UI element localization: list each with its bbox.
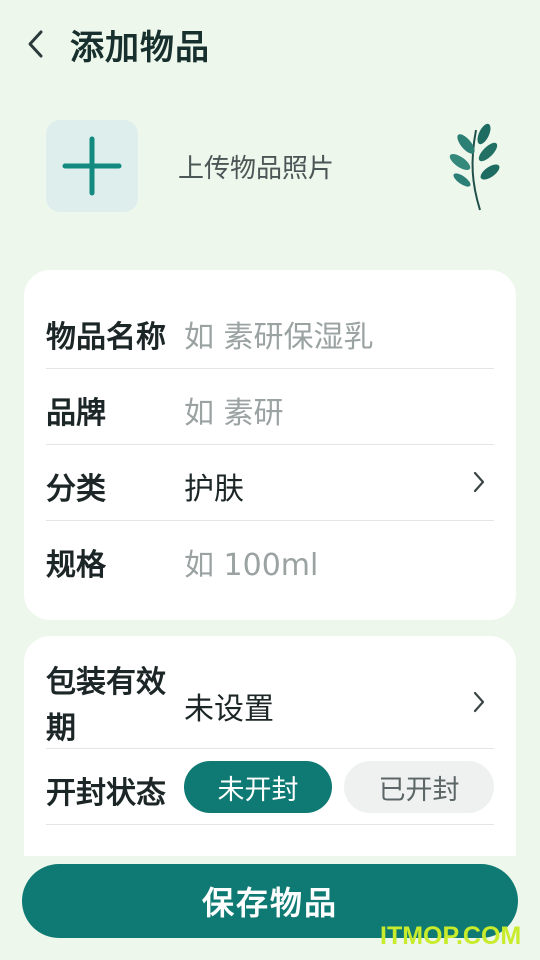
name-field[interactable]: 物品名称 如 素研保湿乳 — [46, 290, 494, 369]
spec-label: 规格 — [46, 548, 106, 583]
upload-photo-button[interactable] — [46, 120, 138, 212]
expiry-field[interactable]: 包装有效期 未设置 — [46, 656, 494, 749]
back-button[interactable] — [18, 26, 54, 62]
opened-option[interactable]: 已开封 — [344, 761, 494, 813]
status-card: 包装有效期 未设置 开封状态 未开封 已开封 — [24, 636, 516, 856]
expiry-value[interactable]: 未设置 — [184, 684, 274, 728]
page-title: 添加物品 — [70, 28, 210, 68]
brand-label: 品牌 — [46, 396, 106, 431]
name-label: 物品名称 — [46, 320, 166, 355]
upload-section: 上传物品照片 — [0, 110, 540, 220]
expiry-label: 包装有效期 — [46, 665, 166, 746]
opened-status-field: 开封状态 未开封 已开封 — [46, 748, 494, 825]
basic-info-card: 物品名称 如 素研保湿乳 品牌 如 素研 分类 护肤 规格 如 100ml — [24, 270, 516, 620]
category-label: 分类 — [46, 472, 106, 507]
header: 添加物品 — [0, 0, 540, 90]
spec-input[interactable]: 如 100ml — [184, 540, 318, 584]
category-field[interactable]: 分类 护肤 — [46, 444, 494, 521]
name-input[interactable]: 如 素研保湿乳 — [184, 312, 374, 356]
category-value[interactable]: 护肤 — [184, 464, 244, 508]
plus-icon — [62, 136, 122, 196]
chevron-left-icon — [28, 30, 43, 58]
brand-field[interactable]: 品牌 如 素研 — [46, 368, 494, 445]
brand-input[interactable]: 如 素研 — [184, 388, 284, 432]
spec-field[interactable]: 规格 如 100ml — [46, 520, 494, 598]
watermark: ITMOP.COM — [380, 922, 522, 950]
unopened-option[interactable]: 未开封 — [184, 761, 332, 813]
leaf-branch-icon — [449, 123, 500, 211]
chevron-right-icon — [473, 471, 485, 493]
opened-status-label: 开封状态 — [46, 776, 166, 811]
upload-photo-label[interactable]: 上传物品照片 — [178, 148, 334, 185]
chevron-right-icon — [473, 691, 485, 713]
